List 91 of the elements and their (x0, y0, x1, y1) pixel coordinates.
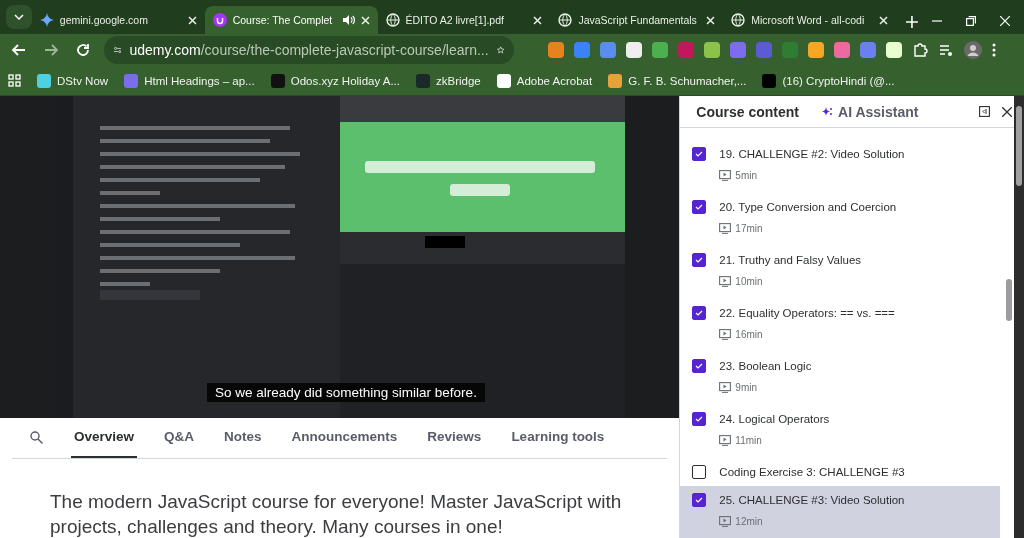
check-icon (695, 257, 704, 263)
new-tab-icon[interactable] (906, 16, 918, 28)
checkbox[interactable] (692, 465, 707, 479)
lecture-duration: 9min (735, 382, 757, 393)
bookmark[interactable]: Html Headings – ap... (144, 74, 255, 87)
video-icon (719, 382, 732, 393)
lecture-item[interactable]: 25. CHALLENGE #3: Video Solution 12min (680, 486, 1001, 538)
browser-tab[interactable]: Microsoft Word - all-codi (723, 6, 897, 34)
speaker-icon[interactable] (341, 14, 355, 26)
check-icon (695, 363, 704, 369)
site-settings-icon[interactable] (114, 44, 122, 56)
lecture-title: Coding Exercise 3: CHALLENGE #3 (719, 465, 906, 480)
course-tab[interactable]: Announcements (288, 419, 401, 458)
sparkle-icon (39, 13, 54, 27)
menu-icon[interactable] (992, 43, 996, 57)
globe-icon (385, 13, 400, 27)
extension-icon[interactable] (626, 42, 642, 58)
lecture-duration: 10min (735, 276, 763, 287)
bookmark[interactable]: G. F. B. Schumacher,... (628, 74, 747, 87)
checkbox[interactable] (692, 147, 707, 161)
check-icon (695, 416, 704, 422)
avatar-icon[interactable] (964, 41, 982, 59)
browser-tab[interactable]: Course: The Complet (204, 6, 378, 34)
tab-search-button[interactable] (6, 5, 32, 29)
star-icon[interactable] (496, 43, 504, 57)
bookmark[interactable]: zkBridge (436, 74, 481, 87)
video-icon (719, 516, 732, 527)
browser-tab[interactable]: gemini.google.com (31, 6, 205, 34)
globe-icon (558, 13, 573, 27)
puzzle-icon[interactable] (912, 42, 928, 58)
video-icon (719, 276, 732, 287)
check-icon (695, 151, 704, 157)
lecture-item[interactable]: 21. Truthy and Falsy Values 10min (680, 246, 1001, 299)
browser-tab[interactable]: ÉDITO A2 livre[1].pdf (377, 6, 551, 34)
course-tab[interactable]: Overview (71, 419, 138, 458)
close-icon[interactable] (1002, 106, 1012, 117)
video-icon (719, 435, 732, 446)
lecture-title: 25. CHALLENGE #3: Video Solution (719, 493, 906, 508)
search-icon[interactable] (30, 431, 43, 444)
address-bar[interactable]: udemy.com/course/the-complete-javascript-course/learn... (104, 36, 514, 64)
check-icon (695, 310, 704, 316)
bookmark[interactable]: Odos.xyz Holiday A... (290, 74, 400, 87)
lecture-title: 22. Equality Operators: == vs. === (719, 306, 896, 321)
course-tab[interactable]: Q&A (161, 419, 198, 458)
lecture-duration: 17min (735, 223, 763, 234)
video-icon (719, 170, 732, 181)
checkbox[interactable] (692, 200, 707, 214)
lecture-item[interactable]: 24. Logical Operators 11min (680, 405, 1001, 458)
lecture-item[interactable]: Coding Exercise 3: CHALLENGE #3 (680, 458, 1001, 486)
globe-icon (731, 13, 746, 27)
apps-icon[interactable] (8, 74, 21, 87)
lecture-duration: 12min (735, 516, 763, 527)
checkbox[interactable] (692, 412, 707, 426)
video-icon (719, 223, 732, 234)
sidebar-tab[interactable]: Course content (696, 103, 799, 120)
bookmark[interactable]: DStv Now (57, 74, 109, 87)
lecture-item[interactable]: 22. Equality Operators: == vs. === 16min (680, 299, 1001, 352)
lecture-title: 20. Type Conversion and Coercion (719, 200, 898, 215)
checkbox[interactable] (692, 253, 707, 267)
media-icon[interactable] (938, 42, 954, 58)
lecture-item[interactable]: 19. CHALLENGE #2: Video Solution 5min (680, 140, 1001, 193)
course-tab[interactable]: Notes (221, 419, 265, 458)
lecture-duration: 16min (735, 329, 763, 340)
bookmark[interactable]: Adobe Acrobat (516, 74, 593, 87)
sidebar-tab[interactable]: AI Assistant (821, 103, 919, 120)
chevron-icon (13, 14, 24, 20)
video-caption: So we already did something similar before. (207, 383, 485, 402)
checkbox[interactable] (692, 359, 707, 373)
check-icon (695, 204, 704, 210)
checkbox[interactable] (692, 493, 707, 507)
page-scrollbar[interactable] (1014, 96, 1024, 538)
restore-icon[interactable] (966, 16, 976, 26)
lecture-duration: 11min (735, 435, 762, 446)
course-tab[interactable]: Reviews (424, 419, 485, 458)
lecture-item[interactable]: 23. Boolean Logic 9min (680, 352, 1001, 405)
lecture-title: 24. Logical Operators (719, 412, 831, 427)
check-icon (695, 497, 704, 503)
bookmark[interactable]: (16) CryptoHindi (@... (782, 74, 895, 87)
course-description: The modern JavaScript course for everyone! Master JavaScript with projects, challenges and theory. Many courses in one! (50, 490, 623, 538)
video-icon (719, 329, 732, 340)
sparkle-icon (821, 105, 833, 118)
lecture-title: 19. CHALLENGE #2: Video Solution (719, 147, 906, 162)
checkbox[interactable] (692, 306, 707, 320)
lecture-item[interactable]: 20. Type Conversion and Coercion 17min (680, 193, 1001, 246)
browser-tab[interactable]: JavaScript Fundamentals (550, 6, 724, 34)
lecture-title: 21. Truthy and Falsy Values (719, 253, 863, 268)
course-tab[interactable]: Learning tools (508, 419, 608, 458)
extension-icon[interactable] (886, 42, 902, 58)
lecture-title: 23. Boolean Logic (719, 359, 813, 374)
expand-icon[interactable] (979, 106, 990, 117)
lecture-duration: 5min (735, 170, 757, 181)
